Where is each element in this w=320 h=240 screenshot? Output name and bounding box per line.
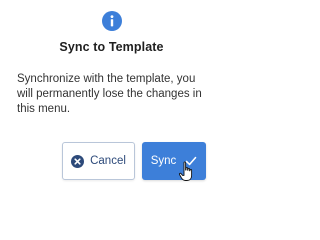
sync-to-template-dialog: Sync to Template Synchronize with the te…: [0, 0, 223, 201]
dialog-title: Sync to Template: [59, 40, 164, 54]
hand-cursor-icon: [178, 161, 196, 183]
cancel-button-label: Cancel: [90, 155, 126, 167]
cancel-button[interactable]: Cancel: [62, 142, 135, 180]
sync-button-label: Sync: [150, 155, 177, 167]
sync-button[interactable]: Sync: [142, 142, 206, 180]
info-icon: [102, 11, 122, 31]
cancel-circle-icon: [71, 154, 85, 168]
dialog-message: Synchronize with the template, you will …: [17, 73, 202, 115]
